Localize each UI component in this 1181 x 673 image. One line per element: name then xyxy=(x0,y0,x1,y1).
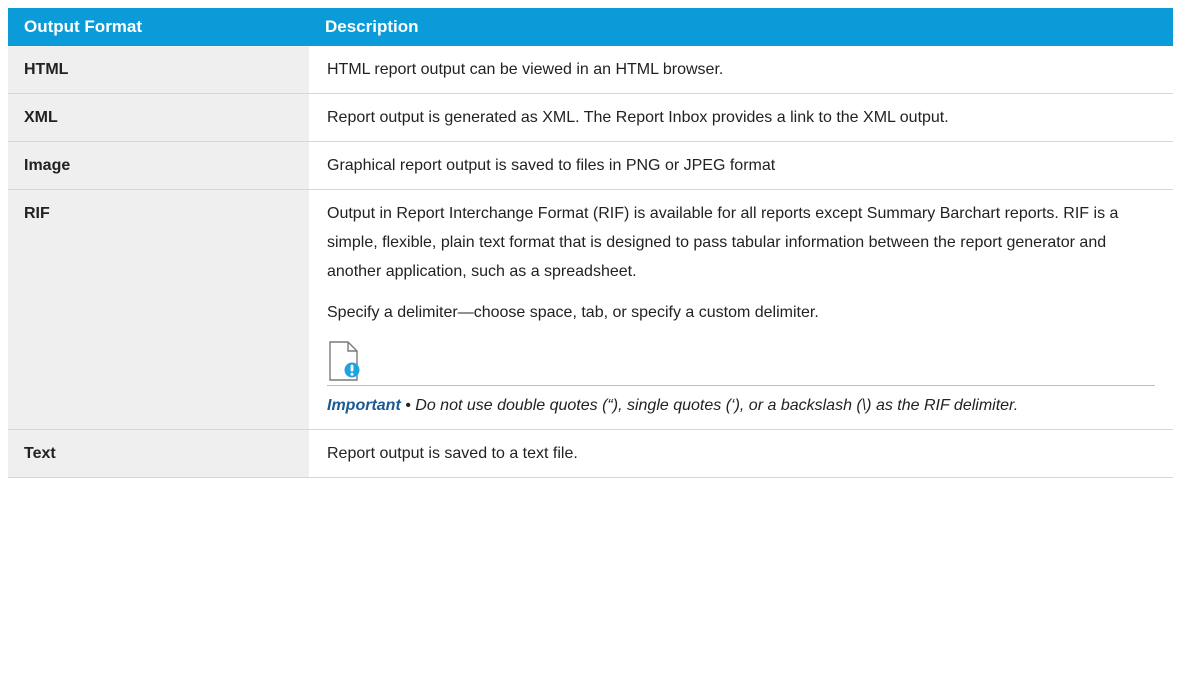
description-text: Graphical report output is saved to file… xyxy=(327,157,776,174)
table-row-image: Image Graphical report output is saved t… xyxy=(8,141,1173,190)
format-cell: HTML xyxy=(8,46,309,94)
description-text: Output in Report Interchange Format (RIF… xyxy=(327,205,1119,280)
description-cell: Output in Report Interchange Format (RIF… xyxy=(309,189,1173,430)
table-row-text: Text Report output is saved to a text fi… xyxy=(8,429,1173,478)
description-text: HTML report output can be viewed in an H… xyxy=(327,61,724,78)
format-cell: RIF xyxy=(8,189,309,430)
table-row-xml: XML Report output is generated as XML. T… xyxy=(8,93,1173,142)
description-cell: Report output is saved to a text file. xyxy=(309,429,1173,478)
header-output-format: Output Format xyxy=(8,8,309,46)
description-text: Report output is generated as XML. The R… xyxy=(327,109,949,126)
note-text: Do not use double quotes (“), single quo… xyxy=(415,397,1019,414)
format-cell: XML xyxy=(8,93,309,142)
note-label: Important xyxy=(327,397,401,414)
description-cell: Graphical report output is saved to file… xyxy=(309,141,1173,190)
description-text: Specify a delimiter—choose space, tab, o… xyxy=(327,304,819,321)
output-format-table: Output Format Description HTML HTML repo… xyxy=(8,8,1173,478)
table-row-rif: RIF Output in Report Interchange Format … xyxy=(8,189,1173,430)
format-cell: Image xyxy=(8,141,309,190)
note-divider xyxy=(327,385,1155,386)
output-format-table-container: Output Format Description HTML HTML repo… xyxy=(8,8,1173,478)
important-note: Important • Do not use double quotes (“)… xyxy=(327,391,1149,420)
table-header-row: Output Format Description xyxy=(8,8,1173,46)
table-row-html: HTML HTML report output can be viewed in… xyxy=(8,46,1173,94)
description-cell: Report output is generated as XML. The R… xyxy=(309,93,1173,142)
header-description: Description xyxy=(309,8,1173,46)
important-note-icon xyxy=(329,341,360,381)
format-cell: Text xyxy=(8,429,309,478)
description-cell: HTML report output can be viewed in an H… xyxy=(309,46,1173,94)
note-separator: • xyxy=(400,397,416,414)
description-text: Report output is saved to a text file. xyxy=(327,445,578,462)
